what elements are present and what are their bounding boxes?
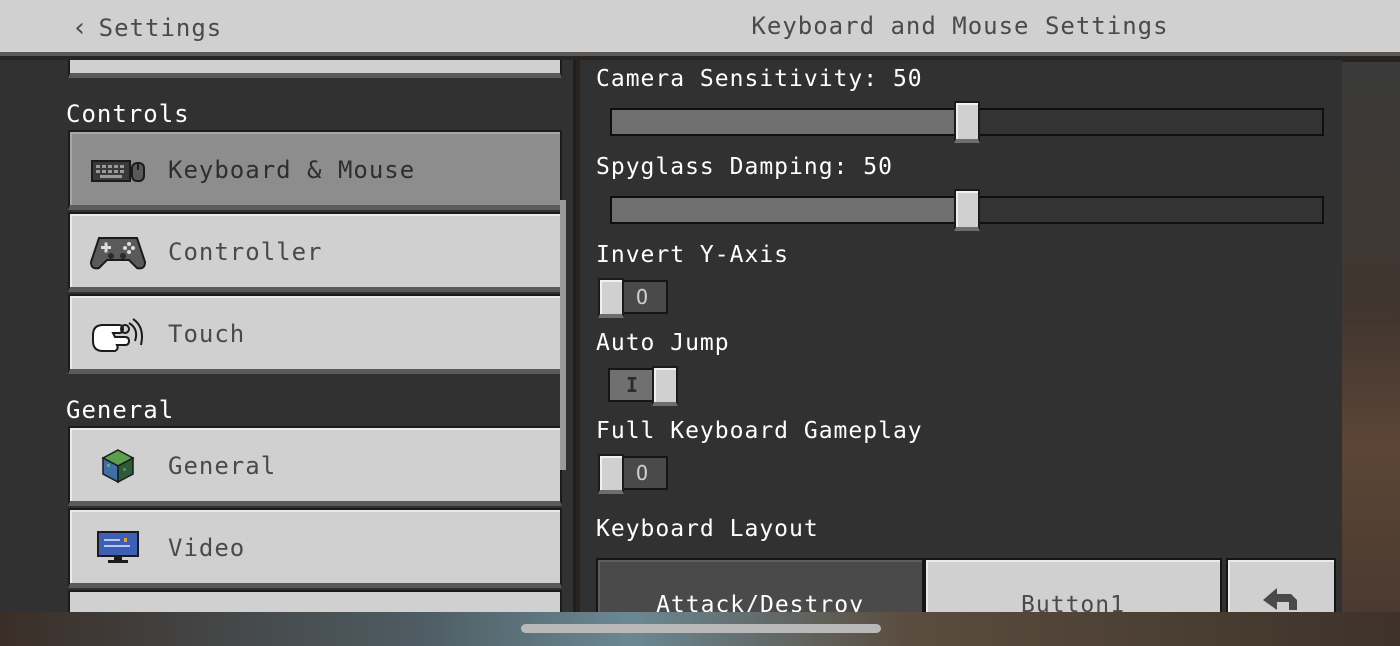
auto-jump-toggle[interactable]: I xyxy=(608,366,678,406)
background-scene-edge xyxy=(1342,62,1400,612)
invert-y-axis-label: Invert Y-Axis xyxy=(596,242,790,268)
spyglass-damping-slider[interactable] xyxy=(610,189,1324,231)
camera-sensitivity-label: Camera Sensitivity: 50 xyxy=(596,66,923,92)
keyboard-mouse-icon xyxy=(88,148,148,192)
full-keyboard-gameplay-toggle[interactable]: O xyxy=(598,454,668,494)
toggle-on-glyph: I xyxy=(626,373,639,397)
grass-block-icon xyxy=(88,444,148,488)
touch-hand-icon xyxy=(88,312,148,356)
spyglass-damping-label: Spyglass Damping: 50 xyxy=(596,154,893,180)
binding-action-label: Attack/Destroy xyxy=(656,592,864,612)
back-button-label: Settings xyxy=(98,14,223,42)
binding-key-button[interactable]: Button1 xyxy=(924,558,1222,612)
section-heading-general: General xyxy=(66,396,175,424)
sidebar-item-touch[interactable]: Touch xyxy=(68,294,562,374)
toggle-off-glyph: O xyxy=(636,285,649,309)
sidebar-item-label: Controller xyxy=(168,238,323,266)
slider-thumb[interactable] xyxy=(954,101,980,143)
sidebar-item-partial-top[interactable] xyxy=(68,60,562,78)
sidebar-item-label: Keyboard & Mouse xyxy=(168,156,416,184)
reset-arrow-icon xyxy=(1259,584,1303,612)
invert-y-axis-toggle[interactable]: O xyxy=(598,278,668,318)
binding-action-attack-destroy[interactable]: Attack/Destroy xyxy=(596,558,924,612)
toggle-off-glyph: O xyxy=(636,461,649,485)
sidebar-item-video[interactable]: Video xyxy=(68,508,562,588)
monitor-icon xyxy=(88,526,148,570)
keyboard-layout-heading: Keyboard Layout xyxy=(596,516,819,542)
sidebar-item-controller[interactable]: Controller xyxy=(68,212,562,292)
settings-sidebar: Controls Keyboard & Mouse Controller Tou… xyxy=(0,60,576,612)
toggle-knob xyxy=(652,366,678,406)
back-button[interactable]: ‹ Settings xyxy=(72,12,222,44)
sidebar-item-label: Touch xyxy=(168,320,246,348)
toggle-knob xyxy=(598,454,624,494)
header-bar: ‹ Settings Keyboard and Mouse Settings xyxy=(0,0,1400,56)
page-title: Keyboard and Mouse Settings xyxy=(751,12,1169,40)
sidebar-item-label: General xyxy=(168,452,277,480)
camera-sensitivity-slider[interactable] xyxy=(610,101,1324,143)
binding-key-label: Button1 xyxy=(1021,592,1125,612)
section-heading-controls: Controls xyxy=(66,100,190,128)
chevron-left-icon: ‹ xyxy=(72,13,89,43)
slider-thumb[interactable] xyxy=(954,189,980,231)
sidebar-scrollbar[interactable] xyxy=(560,200,566,470)
slider-fill xyxy=(612,198,967,222)
settings-content: Camera Sensitivity: 50 Spyglass Damping:… xyxy=(580,60,1342,612)
toggle-knob xyxy=(598,278,624,318)
sidebar-item-label: Video xyxy=(168,534,246,562)
full-keyboard-gameplay-label: Full Keyboard Gameplay xyxy=(596,418,923,444)
sidebar-item-keyboard-mouse[interactable]: Keyboard & Mouse xyxy=(68,130,562,210)
home-indicator[interactable] xyxy=(521,624,881,633)
slider-fill xyxy=(612,110,967,134)
keyboard-layout-row: Attack/Destroy Button1 xyxy=(596,558,1336,612)
gamepad-icon xyxy=(88,230,148,274)
sidebar-item-partial-bottom[interactable] xyxy=(68,590,562,612)
auto-jump-label: Auto Jump xyxy=(596,330,730,356)
binding-reset-button[interactable] xyxy=(1226,558,1336,612)
sidebar-item-general[interactable]: General xyxy=(68,426,562,506)
